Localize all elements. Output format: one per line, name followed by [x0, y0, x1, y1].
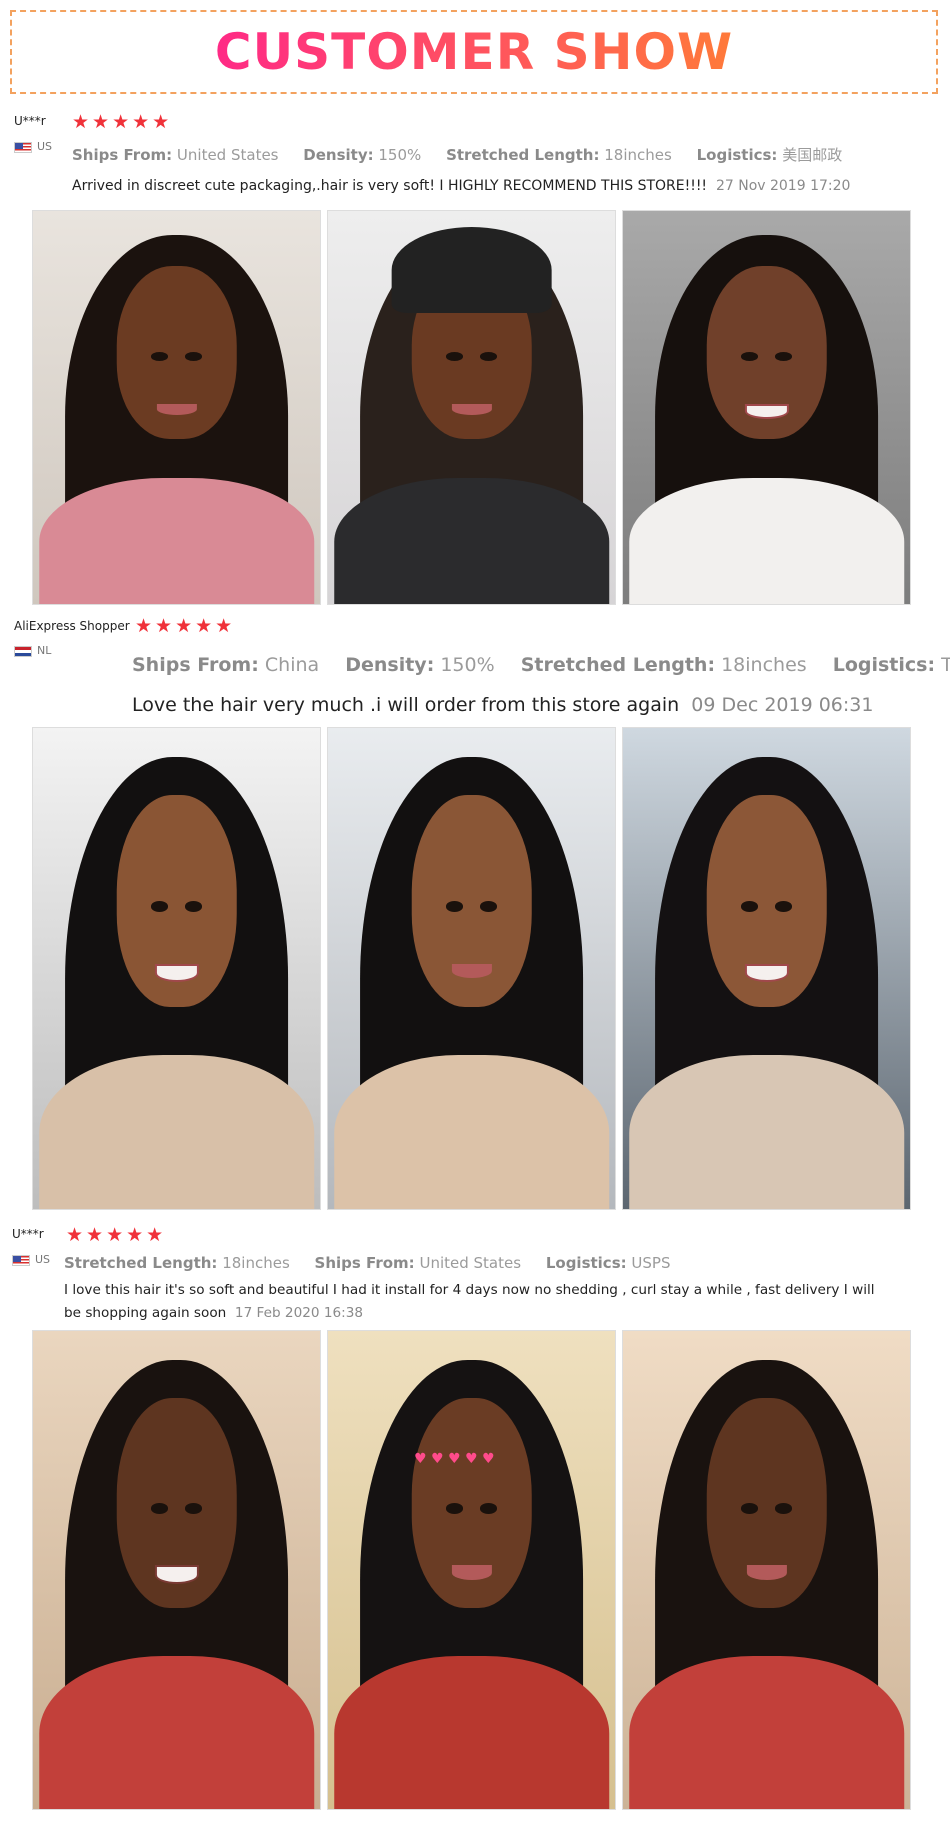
review-photo[interactable]	[327, 210, 616, 605]
review-text: Arrived in discreet cute packaging,.hair…	[72, 178, 851, 194]
review-photo[interactable]: ♥ ♥ ♥ ♥ ♥	[327, 1330, 616, 1810]
us-flag-icon	[14, 141, 32, 153]
reviewer-country: US	[12, 1253, 50, 1266]
review-photo[interactable]	[32, 1330, 321, 1810]
banner-title: CUSTOMER SHOW	[214, 23, 734, 81]
rating-stars: ★★★★★	[135, 615, 236, 637]
review-text-line-1: I love this hair it's so soft and beauti…	[64, 1282, 875, 1298]
review-attributes: Ships From: United States Density: 150% …	[72, 146, 843, 164]
heart-sticker-icon: ♥ ♥ ♥ ♥ ♥	[414, 1450, 495, 1467]
review-date: 17 Feb 2020 16:38	[234, 1305, 364, 1321]
review-photo[interactable]	[327, 727, 616, 1210]
nl-flag-icon	[14, 645, 32, 657]
review-photo[interactable]	[622, 1330, 911, 1810]
reviewer-name: AliExpress Shopper	[14, 619, 130, 633]
customer-show-banner: CUSTOMER SHOW	[10, 10, 938, 94]
review-date: 09 Dec 2019 06:31	[691, 694, 874, 716]
review-photo[interactable]	[32, 727, 321, 1210]
us-flag-icon	[12, 1254, 30, 1266]
review-photo[interactable]	[622, 727, 911, 1210]
review-date: 27 Nov 2019 17:20	[715, 178, 851, 194]
review-text-line-2: be shopping again soon 17 Feb 2020 16:38	[64, 1305, 364, 1321]
rating-stars: ★★★★★	[66, 1224, 167, 1246]
review-photo[interactable]	[622, 210, 911, 605]
reviewer-name: U***r	[14, 114, 46, 128]
review-photo[interactable]	[32, 210, 321, 605]
review-text: Love the hair very much .i will order fr…	[132, 694, 874, 716]
review-photos: ♥ ♥ ♥ ♥ ♥	[32, 1330, 911, 1810]
rating-stars: ★★★★★	[72, 111, 173, 133]
review-photos	[32, 727, 911, 1210]
review-attributes: Stretched Length: 18inches Ships From: U…	[64, 1254, 671, 1272]
review-photos	[32, 210, 911, 605]
review-attributes: Ships From: China Density: 150% Stretche…	[132, 654, 950, 676]
reviewer-country: NL	[14, 644, 51, 657]
reviewer-country: US	[14, 140, 52, 153]
reviewer-name: U***r	[12, 1227, 44, 1241]
